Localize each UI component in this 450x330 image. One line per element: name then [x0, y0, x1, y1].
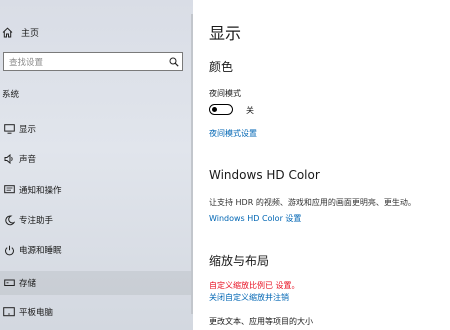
- sidebar-item-power-sleep[interactable]: 电源和睡眠: [0, 238, 191, 262]
- sidebar-item-label: 声音: [19, 155, 37, 165]
- hdr-heading: Windows HD Color: [209, 168, 320, 182]
- sidebar-item-label: 专注助手: [19, 216, 54, 226]
- night-light-label: 夜间模式: [209, 89, 241, 98]
- settings-search-box[interactable]: 查找设置: [3, 52, 183, 71]
- color-heading: 颜色: [209, 60, 234, 74]
- sidebar-item-focus-assist[interactable]: 专注助手: [0, 208, 191, 232]
- speaker-icon: [0, 154, 19, 164]
- home-label: 主页: [21, 28, 40, 39]
- custom-scale-warning: 自定义缩放比例已 设置。: [209, 281, 300, 290]
- night-light-toggle[interactable]: [209, 104, 233, 115]
- scale-layout-heading: 缩放与布局: [209, 254, 270, 268]
- sidebar-item-notifications[interactable]: 通知和操作: [0, 178, 191, 202]
- notification-icon: [0, 185, 19, 195]
- hdr-settings-link[interactable]: Windows HD Color 设置: [209, 213, 301, 224]
- hdr-description: 让支持 HDR 的视频、游戏和应用的画面更明亮、更生动。: [209, 198, 416, 207]
- tablet-icon: [0, 307, 19, 317]
- home-icon: [2, 27, 13, 38]
- search-input[interactable]: 查找设置: [9, 56, 169, 68]
- text-size-label: 更改文本、应用等项目的大小: [209, 317, 313, 326]
- sidebar-item-label: 平板电脑: [19, 308, 54, 318]
- sidebar-item-sound[interactable]: 声音: [0, 147, 191, 171]
- page-title: 显示: [209, 24, 242, 43]
- section-label-system: 系统: [2, 90, 20, 100]
- sidebar-item-label: 存储: [19, 279, 37, 289]
- sidebar-scrollbar[interactable]: [191, 14, 193, 314]
- search-icon[interactable]: [169, 57, 179, 67]
- sidebar-item-label: 电源和睡眠: [19, 246, 62, 256]
- power-icon: [0, 245, 19, 256]
- toggle-knob: [212, 106, 217, 112]
- storage-icon: [0, 279, 19, 287]
- main-content: 显示 颜色 夜间模式 关 夜间模式设置 Windows HD Color 让支持…: [194, 0, 450, 330]
- nav-home[interactable]: 主页: [2, 25, 39, 39]
- sidebar-item-display[interactable]: 显示: [0, 117, 191, 141]
- sidebar-item-tablet[interactable]: 平板电脑: [0, 300, 191, 324]
- monitor-icon: [0, 124, 19, 134]
- sidebar-item-label: 通知和操作: [19, 186, 62, 196]
- sidebar-item-storage[interactable]: 存储: [0, 271, 191, 295]
- sidebar: 主页 查找设置 系统 显示 声音 通知和操作 专注助手 电源和睡眠 存储 平板电…: [0, 0, 193, 330]
- sidebar-item-label: 显示: [19, 125, 37, 135]
- turn-off-custom-scale-link[interactable]: 关闭自定义缩放并注销: [209, 292, 289, 303]
- night-light-settings-link[interactable]: 夜间模式设置: [209, 128, 257, 139]
- moon-icon: [0, 214, 19, 226]
- night-light-state: 关: [246, 106, 254, 115]
